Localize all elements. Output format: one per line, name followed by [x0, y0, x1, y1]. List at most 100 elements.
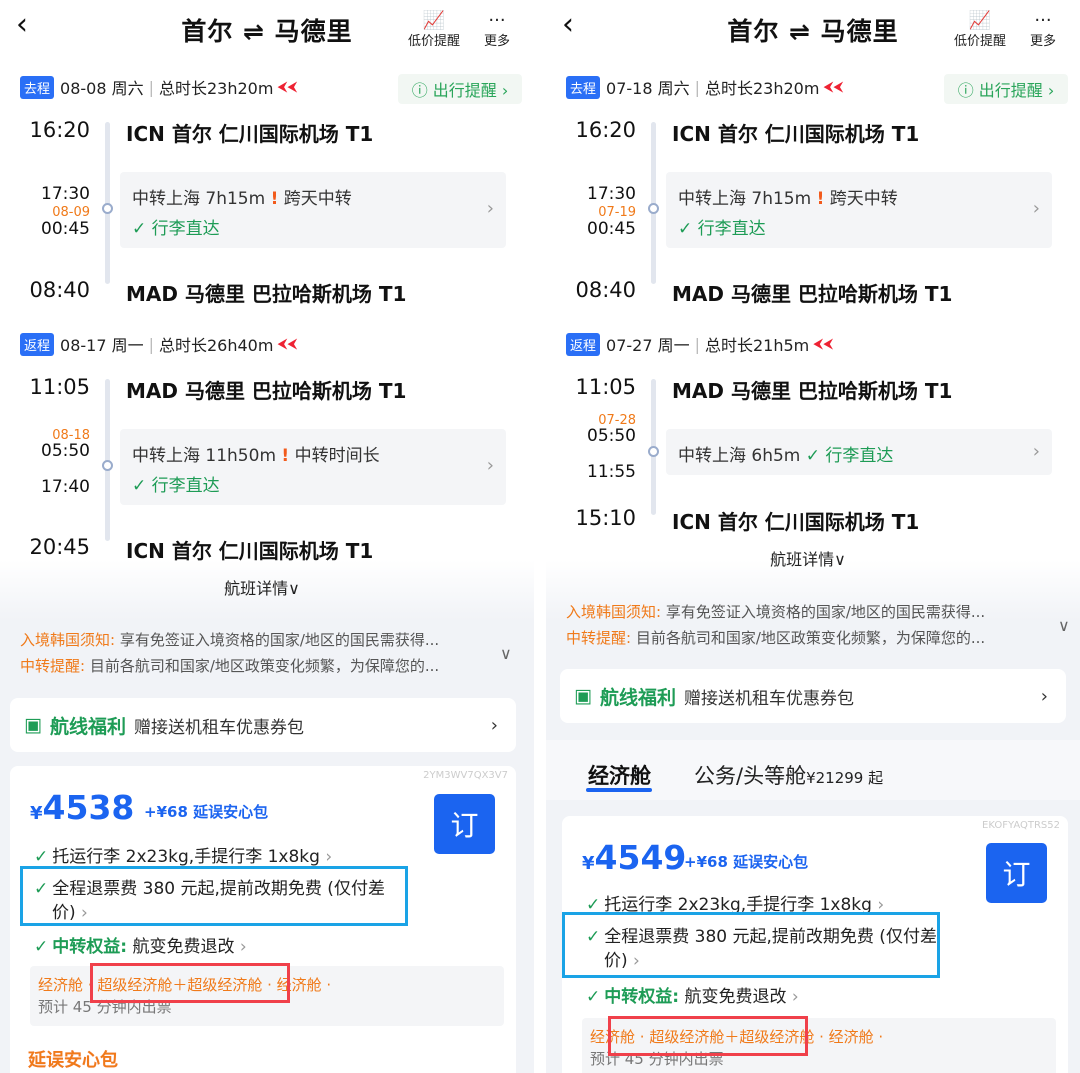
transfer-box[interactable]: 中转上海 11h50m ! 中转时间长 ✓ 行李直达 › — [120, 429, 506, 505]
transfer-dot — [102, 203, 113, 214]
baggage-row[interactable]: ✓ 托运行李 2x23kg,手提行李 1x8kg › — [34, 842, 332, 867]
route-benefit-banner[interactable]: ▣ 航线福利 赠接送机租车优惠券包 › — [10, 698, 516, 752]
transfer-arr-time: 05:50 — [587, 426, 636, 446]
transfer-box[interactable]: 中转上海 7h15m ! 跨天中转 ✓ 行李直达 › — [120, 172, 506, 248]
baggage-text: 托运行李 2x23kg,手提行李 1x8kg — [52, 847, 320, 867]
chevron-right-icon: › — [490, 714, 498, 736]
lowprice-alert-button[interactable]: 📈 低价提醒 — [408, 10, 460, 50]
arr-airport: ICN 首尔 仁川国际机场 T1 — [126, 539, 374, 563]
chevron-down-icon[interactable]: ∨ — [1058, 616, 1070, 635]
transfer-city: 中转上海 11h50m — [132, 446, 277, 466]
transfer-benefit-label: 中转权益: — [604, 987, 680, 1007]
transfer-dot — [648, 446, 659, 457]
entry-notice[interactable]: 入境韩国须知: 享有免签证入境资格的国家/地区的国民需获得... — [20, 629, 439, 650]
benefit-text: 赠接送机租车优惠券包 — [133, 717, 304, 738]
divider: | — [694, 77, 700, 97]
transfer-arr-time: 05:50 — [41, 441, 90, 461]
entry-notice-text: 享有免签证入境资格的国家/地区的国民需获得... — [665, 603, 986, 621]
dep-time: 11:05 — [29, 375, 90, 399]
return-header: 返程 07-27 周一 | 总时长21h5m ⮜⮜ — [566, 331, 833, 357]
arr-time: 08:40 — [575, 278, 636, 302]
panel-gap — [534, 0, 546, 1073]
travel-reminder-button[interactable]: ⓘ 出行提醒 › — [944, 74, 1068, 104]
transfer-notice-text: 目前各航司和国家/地区政策变化频繁，为保障您的... — [635, 629, 986, 647]
benefit-title: 航线福利 — [599, 686, 676, 709]
flight-detail-toggle[interactable]: 航班详情∨ — [708, 546, 908, 570]
arr-airport: ICN 首尔 仁川国际机场 T1 — [672, 510, 920, 534]
more-dots-icon: ··· — [1034, 10, 1052, 31]
transfer-dot — [102, 460, 113, 471]
dep-airport: MAD 马德里 巴拉哈斯机场 T1 — [672, 379, 953, 403]
cabin-class: 经济舱 · — [38, 976, 98, 994]
tab-economy[interactable]: 经济舱 — [588, 760, 651, 790]
book-button[interactable]: 订 — [434, 794, 495, 854]
transfer-notice-label: 中转提醒: — [566, 629, 632, 647]
delay-insurance-addon[interactable]: +¥68 延误安心包 — [144, 801, 268, 822]
gift-icon: ▣ — [24, 714, 42, 736]
dep-airport: ICN 首尔 仁川国际机场 T1 — [126, 122, 374, 146]
divider: | — [148, 77, 154, 97]
route-benefit-banner[interactable]: ▣ 航线福利 赠接送机租车优惠券包 › — [560, 669, 1066, 723]
tab-underline — [586, 788, 652, 792]
more-button[interactable]: ··· 更多 — [484, 10, 510, 50]
cabin-tabs: 经济舱 公务/头等舱¥21299 起 — [546, 740, 1080, 800]
highlight-box-red — [90, 963, 290, 1003]
outbound-header: 去程 08-08 周六 | 总时长23h20m ⮜⮜ — [20, 74, 297, 100]
airline-logo-icon: ⮜⮜ — [277, 336, 298, 352]
chart-alert-icon: 📈 — [422, 10, 446, 31]
arr-time: 08:40 — [29, 278, 90, 302]
entry-notice[interactable]: 入境韩国须知: 享有免签证入境资格的国家/地区的国民需获得... — [566, 601, 985, 622]
tab-business-price: ¥21299 起 — [806, 769, 884, 787]
next-day-date: 07-19 — [598, 205, 636, 220]
highlight-box-blue — [562, 912, 940, 978]
warning-icon: ! — [816, 189, 825, 209]
outbound-header: 去程 07-18 周六 | 总时长23h20m ⮜⮜ — [566, 74, 843, 100]
currency: ¥ — [582, 853, 595, 874]
dep-airport: ICN 首尔 仁川国际机场 T1 — [672, 122, 920, 146]
currency: ¥ — [30, 803, 43, 824]
airline-logo-icon: ⮜⮜ — [277, 79, 298, 95]
chevron-down-icon[interactable]: ∨ — [500, 644, 512, 663]
transfer-box[interactable]: 中转上海 7h15m ! 跨天中转 ✓ 行李直达 › — [666, 172, 1052, 248]
book-button[interactable]: 订 — [986, 843, 1047, 903]
travel-reminder-button[interactable]: ⓘ 出行提醒 › — [398, 74, 522, 104]
warning-text: 跨天中转 — [829, 189, 898, 209]
dep-airport: MAD 马德里 巴拉哈斯机场 T1 — [126, 379, 407, 403]
dep-time: 11:05 — [575, 375, 636, 399]
tab-business[interactable]: 公务/头等舱¥21299 起 — [694, 760, 883, 790]
fare-card: EKOFYAQTRS52 ¥4549 +¥68 延误安心包 订 ✓ 托运行李 2x… — [562, 816, 1068, 1073]
flight-detail-toggle[interactable]: 航班详情∨ — [162, 575, 362, 599]
transfer-notice-label: 中转提醒: — [20, 657, 86, 675]
chevron-right-icon: › — [1032, 198, 1040, 219]
warning-text: 跨天中转 — [283, 189, 352, 209]
chevron-right-icon: › — [486, 455, 494, 476]
entry-notice-label: 入境韩国须知: — [20, 631, 116, 649]
baggage-through: ✓ 行李直达 — [132, 476, 220, 496]
delay-insurance-addon[interactable]: +¥68 延误安心包 — [684, 851, 808, 872]
transfer-dep-time: 00:45 — [587, 219, 636, 239]
return-header: 返程 08-17 周一 | 总时长26h40m ⮜⮜ — [20, 331, 297, 357]
transfer-city: 中转上海 6h5m — [678, 446, 801, 466]
price-value: 4549 — [594, 838, 687, 877]
more-button[interactable]: ··· 更多 — [1030, 10, 1056, 50]
transfer-benefit-row[interactable]: ✓ 中转权益: 航变免费退改 › — [586, 982, 799, 1007]
transfer-box[interactable]: 中转上海 6h5m ✓ 行李直达 › — [666, 429, 1052, 475]
transfer-notice-text: 目前各航司和国家/地区政策变化频繁，为保障您的... — [89, 657, 440, 675]
cabin-class: · 经济舱 · — [814, 1028, 884, 1046]
transfer-city: 中转上海 7h15m — [678, 189, 812, 209]
transfer-benefit-row[interactable]: ✓ 中转权益: 航变免费退改 › — [34, 932, 247, 957]
chevron-right-icon: › — [1040, 685, 1048, 707]
transfer-notice[interactable]: 中转提醒: 目前各航司和国家/地区政策变化频繁，为保障您的... — [20, 655, 439, 676]
entry-notice-label: 入境韩国须知: — [566, 603, 662, 621]
fare-code: EKOFYAQTRS52 — [982, 820, 1060, 831]
lowprice-label: 低价提醒 — [408, 34, 461, 49]
lowprice-alert-button[interactable]: 📈 低价提醒 — [954, 10, 1006, 50]
transfer-notice[interactable]: 中转提醒: 目前各航司和国家/地区政策变化频繁，为保障您的... — [566, 627, 985, 648]
dep-time: 16:20 — [575, 118, 636, 142]
outbound-duration: 总时长23h20m — [705, 79, 820, 98]
more-label: 更多 — [1030, 34, 1057, 49]
arr-time: 15:10 — [575, 506, 636, 530]
tab-business-label: 公务/头等舱 — [694, 764, 807, 788]
more-dots-icon: ··· — [488, 10, 506, 31]
return-duration: 总时长26h40m — [159, 336, 274, 355]
